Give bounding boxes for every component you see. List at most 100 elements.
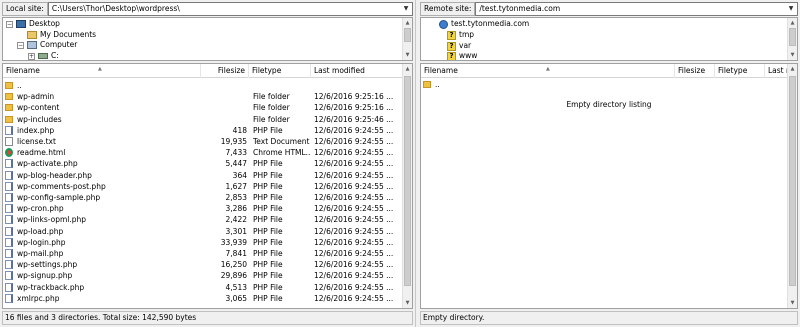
table-row[interactable]: index.php 418 PHP File 12/6/2016 9:24:55 ..…	[3, 125, 401, 136]
scroll-up-icon[interactable]: ▲	[788, 18, 797, 28]
remote-file-list[interactable]: Filename ▲ Filesize Filetype Last modifi…	[420, 63, 798, 309]
collapse-icon[interactable]: −	[17, 41, 24, 49]
filesize-cell: 33,939	[220, 237, 247, 247]
local-list-scrollbar[interactable]: ▲ ▼	[402, 64, 412, 308]
sort-ascending-icon: ▲	[98, 66, 102, 72]
list-item[interactable]: ..	[421, 79, 791, 90]
column-filesize[interactable]: Filesize	[675, 64, 715, 78]
filetype-cell: Text Document	[253, 137, 310, 146]
column-filename[interactable]: Filename ▲	[421, 64, 675, 78]
table-row[interactable]: wp-includes File folder 12/6/2016 9:25:46 …	[3, 114, 401, 125]
tree-item-label: tmp	[459, 30, 475, 39]
column-filetype[interactable]: Filetype	[249, 64, 311, 78]
table-row[interactable]: wp-mail.php 7,841 PHP File 12/6/2016 9:24:5…	[3, 248, 401, 259]
filename-cell: readme.html	[5, 147, 202, 158]
table-row[interactable]: wp-settings.php 16,250 PHP File 12/6/2016 9…	[3, 259, 401, 270]
chevron-down-icon[interactable]: ▼	[786, 4, 796, 14]
tree-item-www[interactable]: ? www	[447, 51, 477, 60]
table-row[interactable]: wp-content File folder 12/6/2016 9:25:16 .…	[3, 102, 401, 113]
filename-cell: xmlrpc.php	[5, 293, 202, 304]
php-file-icon	[5, 271, 13, 281]
last-modified-cell: 12/6/2016 9:24:55 ...	[314, 159, 394, 169]
last-modified-cell: 12/6/2016 9:24:55 ...	[314, 237, 394, 247]
table-row[interactable]: wp-load.php 3,301 PHP File 12/6/2016 9:24:5…	[3, 226, 401, 237]
table-row[interactable]: wp-login.php 33,939 PHP File 12/6/2016 9:24…	[3, 237, 401, 248]
scroll-down-icon[interactable]: ▼	[403, 298, 412, 308]
collapse-icon[interactable]: −	[6, 20, 13, 28]
table-row[interactable]: wp-links-opml.php 2,422 PHP File 12/6/2016 …	[3, 214, 401, 225]
tree-item-desktop[interactable]: − Desktop	[6, 19, 60, 29]
tree-scrollbar[interactable]: ▲ ▼	[402, 18, 412, 60]
filesize-cell: 3,286	[225, 204, 247, 214]
scrollbar-thumb[interactable]	[789, 76, 796, 286]
scroll-down-icon[interactable]: ▼	[788, 298, 797, 308]
expand-icon[interactable]: +	[28, 52, 35, 60]
filename-text: wp-trackback.php	[17, 282, 85, 292]
last-modified-cell: 12/6/2016 9:25:46 ...	[314, 114, 394, 124]
chevron-down-icon[interactable]: ▼	[401, 4, 411, 14]
filename-cell: ..	[5, 80, 202, 91]
table-row[interactable]: wp-cron.php 3,286 PHP File 12/6/2016 9:24:5…	[3, 203, 401, 214]
column-last-modified[interactable]: Last modified	[311, 64, 404, 78]
table-row[interactable]: wp-admin File folder 12/6/2016 9:25:16 ...	[3, 91, 401, 102]
filename-cell: index.php	[5, 125, 202, 136]
remote-path-input[interactable]: /test.tytonmedia.com ▼	[475, 2, 798, 16]
folder-icon	[5, 115, 13, 123]
last-modified-cell: 12/6/2016 9:24:55 ...	[314, 282, 394, 292]
filesize-cell: 1,627	[225, 181, 247, 191]
scroll-down-icon[interactable]: ▼	[788, 50, 797, 60]
column-filesize[interactable]: Filesize	[201, 64, 249, 78]
filesize-cell: 3,301	[225, 226, 247, 236]
last-modified-cell	[314, 80, 394, 91]
scroll-up-icon[interactable]: ▲	[403, 64, 412, 74]
tree-item-tmp[interactable]: ? tmp	[447, 30, 474, 40]
filetype-cell: PHP File	[253, 170, 283, 180]
remote-list-scrollbar[interactable]: ▲ ▼	[787, 64, 797, 308]
local-file-list[interactable]: Filename ▲ Filesize Filetype Last modifi…	[2, 63, 413, 309]
column-label: Filename	[424, 66, 458, 75]
desktop-icon	[16, 20, 26, 28]
scroll-down-icon[interactable]: ▼	[403, 50, 412, 60]
tree-item-c-drive[interactable]: + C:	[28, 51, 59, 60]
scrollbar-thumb[interactable]	[404, 76, 411, 286]
tree-item-var[interactable]: ? var	[447, 41, 471, 51]
filetype-cell: PHP File	[253, 215, 283, 225]
table-row[interactable]: wp-comments-post.php 1,627 PHP File 12/6/20…	[3, 181, 401, 192]
column-filename[interactable]: Filename ▲	[3, 64, 201, 78]
last-modified-cell: 12/6/2016 9:24:55 ...	[314, 271, 394, 281]
tree-scrollbar[interactable]: ▲ ▼	[787, 18, 797, 60]
local-directory-tree[interactable]: − Desktop My Documents − Computer + C: ▲…	[2, 17, 413, 61]
scrollbar-thumb[interactable]	[789, 28, 796, 46]
local-site-bar: Local site: C:\Users\Thor\Desktop\wordpr…	[2, 2, 413, 16]
filename-cell: wp-login.php	[5, 237, 202, 248]
table-row[interactable]: readme.html 7,433 Chrome HTML... 12/6/2016 …	[3, 147, 401, 158]
tree-item-label: test.tytonmedia.com	[451, 19, 530, 28]
remote-site-label: Remote site:	[420, 2, 476, 16]
scroll-up-icon[interactable]: ▲	[788, 64, 797, 74]
last-modified-cell: 12/6/2016 9:24:55 ...	[314, 204, 394, 214]
table-row[interactable]: wp-blog-header.php 364 PHP File 12/6/2016 9…	[3, 170, 401, 181]
table-row[interactable]: license.txt 19,935 Text Document 12/6/2016 …	[3, 136, 401, 147]
scroll-up-icon[interactable]: ▲	[403, 18, 412, 28]
filetype-cell: PHP File	[253, 249, 283, 258]
table-row[interactable]: xmlrpc.php 3,065 PHP File 12/6/2016 9:24:55…	[3, 293, 401, 304]
tree-item-server-root[interactable]: test.tytonmedia.com	[439, 19, 529, 29]
scrollbar-thumb[interactable]	[404, 28, 411, 42]
column-filetype[interactable]: Filetype	[715, 64, 765, 78]
filesize-cell	[203, 91, 247, 102]
last-modified-cell: 12/6/2016 9:24:55 ...	[314, 293, 394, 303]
php-file-icon	[5, 125, 13, 135]
table-row[interactable]: wp-config-sample.php 2,853 PHP File 12/6/20…	[3, 192, 401, 203]
tree-item-computer[interactable]: − Computer	[17, 40, 77, 50]
filename-cell: license.txt	[5, 136, 202, 147]
filename-text: wp-admin	[17, 92, 55, 102]
remote-directory-tree[interactable]: test.tytonmedia.com ? tmp ? var ? www ▲ …	[420, 17, 798, 61]
filename-cell: wp-activate.php	[5, 158, 202, 169]
table-row[interactable]: wp-activate.php 5,447 PHP File 12/6/2016 9:…	[3, 158, 401, 169]
remote-list-header: Filename ▲ Filesize Filetype Last modifi…	[421, 64, 797, 78]
table-row[interactable]: wp-signup.php 29,896 PHP File 12/6/2016 9:2…	[3, 270, 401, 281]
local-path-input[interactable]: C:\Users\Thor\Desktop\wordpress\ ▼	[47, 2, 413, 16]
table-row[interactable]: ..	[3, 80, 401, 91]
table-row[interactable]: wp-trackback.php 4,513 PHP File 12/6/2016 9…	[3, 282, 401, 293]
tree-item-my-documents[interactable]: My Documents	[27, 30, 96, 40]
